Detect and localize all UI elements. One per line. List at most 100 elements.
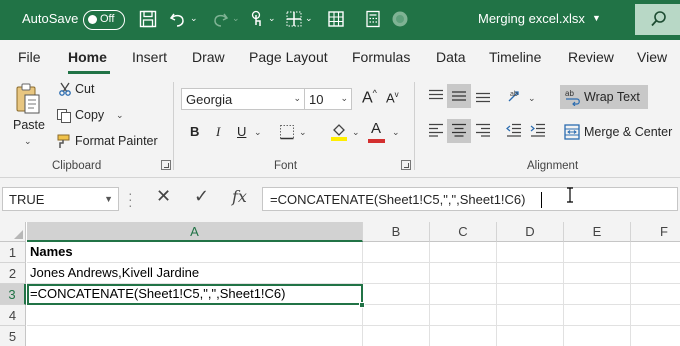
bottom-align-icon[interactable] [475, 89, 491, 103]
column-header-e[interactable]: E [564, 222, 631, 242]
orientation-icon[interactable]: ab [506, 87, 526, 105]
insert-function-button[interactable]: fx [232, 187, 247, 206]
cell-e1[interactable] [564, 242, 631, 263]
borders-dropdown-icon[interactable]: ⌄ [305, 13, 313, 24]
font-color-dropdown-icon[interactable]: ⌄ [392, 127, 400, 138]
file-name-dropdown-icon[interactable]: ▼ [592, 13, 601, 23]
file-name[interactable]: Merging excel.xlsx [478, 11, 585, 26]
cell-b2[interactable] [363, 263, 430, 284]
cancel-button[interactable]: ✕ [156, 186, 171, 207]
fill-handle[interactable] [359, 302, 365, 308]
increase-font-size-button[interactable]: A^ [362, 88, 377, 107]
table-icon[interactable] [326, 9, 346, 29]
cell-e3[interactable] [564, 284, 631, 305]
tab-file[interactable]: File [18, 49, 41, 65]
wrap-text-button[interactable]: Wrap Text [584, 90, 640, 104]
cell-d4[interactable] [497, 305, 564, 326]
cell-b5[interactable] [363, 326, 430, 346]
tab-insert[interactable]: Insert [132, 49, 167, 65]
tab-review[interactable]: Review [568, 49, 614, 65]
format-painter-button[interactable]: Format Painter [75, 134, 158, 148]
tab-draw[interactable]: Draw [192, 49, 225, 65]
formula-bar-resize-handle[interactable]: · · · [128, 186, 133, 212]
fill-color-dropdown-icon[interactable]: ⌄ [352, 127, 360, 138]
increase-indent-icon[interactable] [530, 123, 546, 137]
underline-button[interactable]: U [237, 124, 246, 139]
cell-d2[interactable] [497, 263, 564, 284]
column-header-d[interactable]: D [497, 222, 564, 242]
column-header-f[interactable]: F [631, 222, 680, 242]
copy-button[interactable]: Copy [75, 108, 104, 122]
row-header-3[interactable]: 3 [0, 284, 26, 305]
touch-mode-icon[interactable] [247, 9, 267, 29]
merge-center-button[interactable]: Merge & Center [584, 125, 672, 139]
align-left-icon[interactable] [428, 123, 444, 137]
paste-button[interactable]: Paste [13, 118, 45, 132]
cell-c3[interactable] [430, 284, 497, 305]
cell-a2[interactable]: Jones Andrews,Kivell Jardine [27, 263, 363, 284]
column-header-b[interactable]: B [363, 222, 430, 242]
cell-a1[interactable]: Names [27, 242, 363, 263]
orientation-dropdown-icon[interactable]: ⌄ [528, 93, 536, 104]
cell-c4[interactable] [430, 305, 497, 326]
underline-dropdown-icon[interactable]: ⌄ [254, 127, 262, 138]
paste-dropdown-icon[interactable]: ⌄ [24, 136, 32, 147]
borders-icon[interactable] [284, 9, 304, 29]
cell-d1[interactable] [497, 242, 564, 263]
undo-icon[interactable] [168, 9, 188, 29]
tab-data[interactable]: Data [436, 49, 466, 65]
wrap-text-icon[interactable]: ab [564, 88, 582, 106]
tab-timeline[interactable]: Timeline [489, 49, 541, 65]
column-header-a[interactable]: A [27, 222, 363, 242]
row-header-2[interactable]: 2 [0, 263, 26, 284]
enter-button[interactable]: ✓ [194, 186, 209, 207]
undo-dropdown-icon[interactable]: ⌄ [190, 13, 198, 24]
row-header-1[interactable]: 1 [0, 242, 26, 263]
cell-a4[interactable] [27, 305, 363, 326]
copy-dropdown-icon[interactable]: ⌄ [116, 110, 124, 121]
decrease-font-size-button[interactable]: Av [386, 90, 399, 105]
formula-input[interactable]: =CONCATENATE(Sheet1!C5,",",Sheet1!C6) [262, 187, 678, 211]
cell-e2[interactable] [564, 263, 631, 284]
cell-a5[interactable] [27, 326, 363, 346]
cell-c1[interactable] [430, 242, 497, 263]
calculator-icon[interactable] [363, 9, 383, 29]
name-box[interactable]: TRUE ▼ [2, 187, 119, 211]
align-right-icon[interactable] [475, 123, 491, 137]
borders-dropdown-icon[interactable]: ⌄ [299, 127, 307, 138]
tab-formulas[interactable]: Formulas [352, 49, 410, 65]
cell-f5[interactable] [631, 326, 680, 346]
row-header-5[interactable]: 5 [0, 326, 26, 346]
merge-center-icon[interactable] [564, 124, 580, 140]
font-size-dropdown[interactable]: 10 ⌄ [304, 88, 352, 110]
align-center-icon[interactable] [451, 123, 467, 137]
copy-icon[interactable] [56, 108, 72, 124]
select-all-button[interactable] [0, 222, 26, 242]
clipboard-launcher-icon[interactable] [161, 160, 171, 170]
cell-d3[interactable] [497, 284, 564, 305]
cell-c5[interactable] [430, 326, 497, 346]
cell-f2[interactable] [631, 263, 680, 284]
column-header-c[interactable]: C [430, 222, 497, 242]
decrease-indent-icon[interactable] [506, 123, 522, 137]
format-painter-icon[interactable] [56, 133, 72, 149]
cell-c2[interactable] [430, 263, 497, 284]
top-align-icon[interactable] [428, 89, 444, 103]
italic-button[interactable]: I [216, 124, 220, 140]
tab-home[interactable]: Home [68, 49, 107, 65]
save-icon[interactable] [138, 9, 158, 29]
cell-f1[interactable] [631, 242, 680, 263]
touch-dropdown-icon[interactable]: ⌄ [268, 13, 276, 24]
bold-button[interactable]: B [190, 124, 199, 139]
autosave-toggle[interactable]: Off [83, 10, 125, 30]
cell-e4[interactable] [564, 305, 631, 326]
font-name-dropdown[interactable]: Georgia ⌄ [181, 88, 305, 110]
cell-e5[interactable] [564, 326, 631, 346]
cell-b4[interactable] [363, 305, 430, 326]
cell-f3[interactable] [631, 284, 680, 305]
font-color-button[interactable]: A [371, 120, 381, 137]
tab-view[interactable]: View [637, 49, 667, 65]
font-launcher-icon[interactable] [401, 160, 411, 170]
cell-b3[interactable] [363, 284, 430, 305]
middle-align-icon[interactable] [451, 89, 467, 103]
